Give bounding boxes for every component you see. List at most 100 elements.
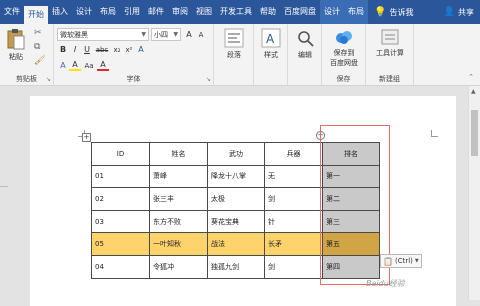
group-paragraph: 段落: [214, 24, 254, 86]
save-line1-label: 保存到: [333, 49, 355, 57]
collapse-ribbon-icon[interactable]: ⌃: [468, 73, 474, 81]
tab-review[interactable]: 审阅: [168, 0, 192, 24]
tab-mailings[interactable]: 邮件: [144, 0, 168, 24]
styles-label: 样式: [264, 51, 278, 59]
table-cell[interactable]: 针: [264, 209, 323, 234]
tools-calc-button[interactable]: 工具计算: [370, 28, 410, 58]
change-case-button[interactable]: Aa: [81, 62, 97, 70]
save-group-label: 保存: [336, 75, 351, 83]
watermark-text: Baidu经验: [366, 279, 405, 288]
clear-format-button[interactable]: A: [135, 45, 147, 54]
table-cell[interactable]: 01: [91, 164, 150, 189]
clipboard-launcher-icon[interactable]: ↘: [46, 76, 51, 83]
styles-button[interactable]: A 样式: [258, 28, 284, 60]
underline-button[interactable]: U: [81, 45, 93, 54]
table-cell[interactable]: 太极: [207, 187, 265, 211]
paste-options-button[interactable]: 📋 (Ctrl) ▼: [380, 254, 422, 268]
cut-icon[interactable]: ✂: [34, 28, 42, 38]
italic-button[interactable]: I: [69, 45, 81, 54]
header-cell[interactable]: 兵器: [264, 142, 323, 166]
scroll-up-icon[interactable]: ▲: [471, 88, 476, 95]
save-line2-label: 百度网盘: [330, 59, 358, 67]
tab-file[interactable]: 文件: [0, 0, 24, 24]
ribbon-home: 粘贴 ✂ ⧉ 🖌 剪贴板 ↘ 微软雅黑 ▼ 小四 ▼ A A B I U abc…: [0, 24, 480, 86]
save-to-baidu-button[interactable]: 保存到 百度网盘: [324, 28, 364, 68]
tab-developer[interactable]: 开发工具: [216, 0, 256, 24]
group-styles: A 样式: [254, 24, 288, 86]
tab-design[interactable]: 设计: [72, 0, 96, 24]
group-clipboard: 粘贴 ✂ ⧉ 🖌 剪贴板 ↘: [0, 24, 54, 86]
format-painter-icon[interactable]: 🖌: [34, 56, 45, 66]
share-label: 共享: [458, 7, 474, 17]
table-cell[interactable]: 剑: [264, 254, 323, 279]
tab-home[interactable]: 开始: [24, 6, 48, 24]
font-color-button[interactable]: A: [97, 60, 109, 71]
table-cell[interactable]: 张三丰: [149, 187, 208, 211]
tab-references[interactable]: 引用: [120, 0, 144, 24]
bold-button[interactable]: B: [57, 45, 69, 54]
editing-button[interactable]: 编辑: [292, 28, 318, 60]
table-cell[interactable]: 战法: [207, 232, 265, 256]
table-move-handle[interactable]: +: [82, 133, 91, 142]
group-save: 保存到 百度网盘 保存: [322, 24, 366, 86]
paragraph-icon: [224, 28, 244, 48]
header-cell[interactable]: 姓名: [149, 142, 208, 166]
table-cell[interactable]: 独孤九剑: [207, 254, 265, 279]
svg-text:A: A: [266, 32, 275, 46]
tab-table-design[interactable]: 设计: [320, 0, 344, 24]
font-launcher-icon[interactable]: ↘: [206, 76, 211, 83]
header-cell[interactable]: 武功: [207, 142, 265, 166]
tab-layout[interactable]: 布局: [96, 0, 120, 24]
font-size-value: 小四: [154, 30, 168, 39]
table-cell[interactable]: 葵花宝典: [207, 209, 265, 234]
text-effects-button[interactable]: A: [57, 61, 69, 70]
subscript-button[interactable]: x₂: [111, 46, 123, 54]
share-button[interactable]: 👤 共享: [444, 0, 474, 24]
tab-insert[interactable]: 插入: [48, 0, 72, 24]
vertical-scrollbar[interactable]: ▲: [468, 86, 480, 300]
table-cell[interactable]: 令狐冲: [149, 254, 208, 279]
paragraph-label: 段落: [227, 51, 241, 59]
table-cell[interactable]: 05: [91, 232, 150, 256]
superscript-button[interactable]: x²: [123, 46, 135, 54]
table-cell[interactable]: 剑: [264, 187, 323, 211]
search-icon: [298, 31, 314, 47]
paragraph-button[interactable]: 段落: [220, 28, 248, 60]
clipboard-icon: [7, 29, 25, 50]
paste-button[interactable]: 粘贴: [4, 28, 28, 62]
strikethrough-button[interactable]: abc: [93, 46, 111, 54]
tell-me-box[interactable]: 💡 告诉我: [374, 7, 413, 18]
tools-calc-label: 工具计算: [376, 49, 404, 57]
table-cell[interactable]: 02: [91, 187, 150, 211]
copy-icon[interactable]: ⧉: [34, 42, 40, 52]
shrink-font-button[interactable]: A: [195, 31, 207, 39]
grow-font-button[interactable]: A: [183, 30, 195, 39]
chevron-down-icon: ▼: [141, 31, 146, 38]
tab-baidu[interactable]: 百度网盘: [280, 0, 320, 24]
table-cell[interactable]: 长矛: [264, 232, 323, 256]
baidu-cloud-icon: [336, 31, 352, 44]
scroll-thumb[interactable]: [471, 110, 478, 156]
person-icon: 👤: [443, 7, 455, 17]
table-cell[interactable]: 一叶知秋: [149, 232, 208, 256]
table-cell[interactable]: 东方不败: [149, 209, 208, 234]
header-cell[interactable]: ID: [91, 142, 150, 166]
group-font: 微软雅黑 ▼ 小四 ▼ A A B I U abc x₂ x² A A A Aa…: [54, 24, 214, 86]
table-cell[interactable]: 04: [91, 254, 150, 279]
new-group-label: 新建组: [379, 75, 400, 83]
table-cell[interactable]: 萧峰: [149, 164, 208, 189]
highlight-button[interactable]: A: [69, 60, 81, 71]
tab-help[interactable]: 帮助: [256, 0, 280, 24]
table-cell[interactable]: 03: [91, 209, 150, 234]
font-size-select[interactable]: 小四 ▼: [151, 28, 181, 41]
chevron-down-icon: ▼: [173, 31, 178, 38]
paste-label: 粘贴: [9, 53, 23, 61]
tab-view[interactable]: 视图: [192, 0, 216, 24]
font-family-select[interactable]: 微软雅黑 ▼: [57, 28, 149, 41]
tab-table-layout[interactable]: 布局: [344, 0, 368, 24]
table-cell[interactable]: 无: [264, 164, 323, 189]
tools-icon: [381, 29, 399, 45]
table-cell[interactable]: 降龙十八掌: [207, 164, 265, 189]
tell-me-label: 告诉我: [389, 7, 414, 17]
clipboard-icon: 📋: [383, 256, 393, 266]
